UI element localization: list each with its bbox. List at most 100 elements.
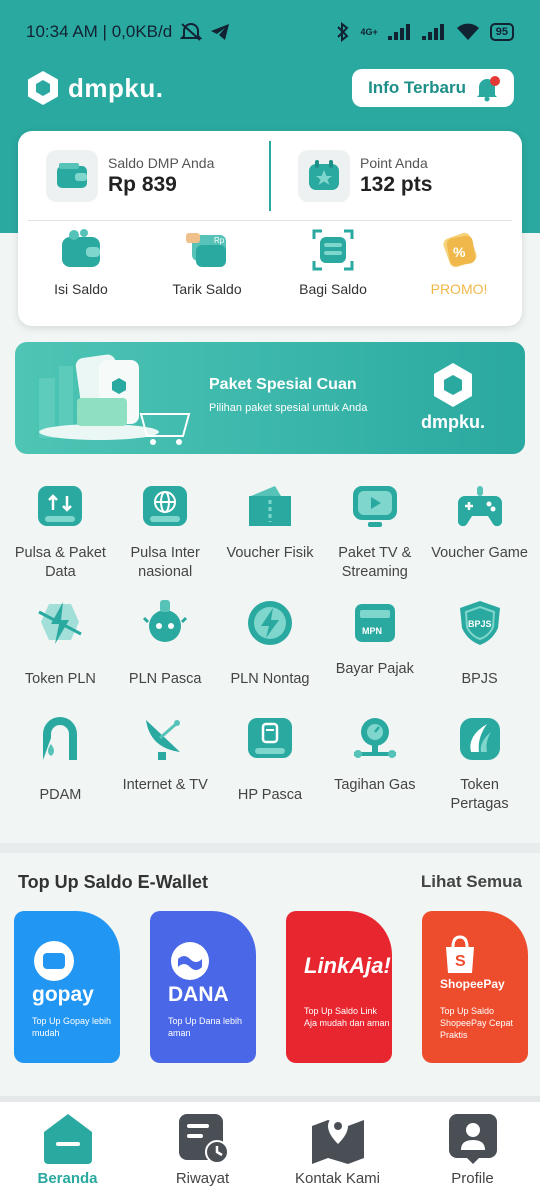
nav-kontak-kami[interactable]: Kontak Kami [270,1102,405,1200]
svg-text:S: S [455,953,466,970]
ewallet-desc: Top Up Dana lebih aman [168,1016,243,1038]
ewallet-card-linkaja[interactable]: LinkAja! Top Up Saldo Link Aja mudah dan… [286,911,392,1063]
ewallet-brand: ShopeePay [440,977,505,991]
svg-text:MPN: MPN [362,626,382,636]
lightning-icon [243,596,297,650]
service-token-pertagas[interactable]: Token Pertagas [427,712,532,828]
app-header: dmpku. Info Terbaru [26,68,514,108]
service-pulsa-data[interactable]: Pulsa & Paket Data [8,480,113,596]
service-label: Token PLN [24,671,96,687]
ewallet-card-dana[interactable]: DANA Top Up Dana lebih aman [150,911,256,1063]
bagi-saldo-button[interactable]: Bagi Saldo [270,227,396,317]
nav-riwayat[interactable]: Riwayat [135,1102,270,1200]
service-label: BPJS [461,671,498,687]
service-label: Paket TV & Streaming [338,545,412,580]
nav-profile[interactable]: Profile [405,1102,540,1200]
service-label: Pulsa & Paket Data [14,545,106,580]
status-bar: 10:34 AM | 0,0KB/d 4G+ 95 [0,0,540,64]
tarik-saldo-button[interactable]: Rp Tarik Saldo [144,227,270,317]
history-icon [178,1114,229,1164]
service-voucher-fisik[interactable]: Voucher Fisik [218,480,323,596]
map-contact-icon [311,1116,364,1164]
bpjs-shield-icon: BPJS [453,596,507,650]
logo-text: dmpku. [68,72,164,103]
signal-icon-2 [421,24,444,40]
banner-title: Paket Spesial Cuan [209,376,357,393]
service-tagihan-gas[interactable]: Tagihan Gas [322,712,427,828]
electric-token-icon [33,596,87,650]
voucher-icon [243,480,297,534]
service-token-pln[interactable]: Token PLN [8,596,113,712]
service-hp-pasca[interactable]: HP Pasca [218,712,323,828]
status-time: 10:34 AM | 0,0KB/d [26,22,173,41]
point-value: 132 pts [360,173,433,196]
info-terbaru-button[interactable]: Info Terbaru [352,69,514,107]
service-label: PLN Pasca [128,671,202,687]
service-internet-tv[interactable]: Internet & TV [113,712,218,828]
section-divider [0,843,540,853]
banner-subtitle: Pilihan paket spesial untuk Anda [209,402,368,414]
gopay-wallet-icon [34,941,74,981]
isi-saldo-button[interactable]: Isi Saldo [18,227,144,317]
point-label: Point Anda [360,155,428,171]
nav-beranda[interactable]: Beranda [0,1102,135,1200]
service-label: Bayar Pajak [335,661,414,677]
point-section[interactable]: Point Anda 132 pts [270,131,522,221]
nav-label: Kontak Kami [294,1170,381,1187]
banner-logo-icon [433,363,472,407]
plug-icon [138,596,192,650]
signal-icon [387,24,410,40]
dana-logo-icon [171,942,209,980]
service-bayar-pajak[interactable]: MPN Bayar Pajak [322,596,427,712]
dmpku-logo-icon [28,71,58,105]
app-logo: dmpku. [26,70,163,106]
ewallet-header: Top Up Saldo E-Wallet Lihat Semua [18,872,522,893]
bottom-navigation: Beranda Riwayat Kontak Kami Profile [0,1102,540,1200]
mute-icon [180,23,203,41]
service-pln-pasca[interactable]: PLN Pasca [113,596,218,712]
service-pulsa-internasional[interactable]: Pulsa Inter nasional [113,480,218,596]
ewallet-brand: gopay [32,983,94,1006]
service-pln-nontag[interactable]: PLN Nontag [218,596,323,712]
banner-logo: dmpku. [421,362,485,433]
tarik-saldo-label: Tarik Saldo [172,281,242,297]
ewallet-list: gopay Top Up Gopay lebih mudah DANA Top … [14,911,534,1063]
service-label: Pulsa Inter nasional [130,545,200,580]
balance-divider [269,141,271,211]
bagi-saldo-label: Bagi Saldo [299,281,367,297]
withdraw-icon: Rp [186,233,226,267]
service-voucher-game[interactable]: Voucher Game [427,480,532,596]
lihat-semua-link[interactable]: Lihat Semua [421,872,522,893]
promo-banner[interactable]: Paket Spesial Cuan Pilihan paket spesial… [15,342,525,454]
balance-card: Saldo DMP Anda Rp 839 Point Anda 132 pts… [18,131,522,326]
ewallet-desc: Top Up Saldo Link Aja mudah dan aman [304,1006,390,1028]
saldo-value: Rp 839 [108,173,177,196]
services-grid: Pulsa & Paket Data Pulsa Inter nasional … [8,480,532,828]
service-pdam[interactable]: PDAM [8,712,113,828]
nav-label: Riwayat [175,1170,230,1187]
wallet-icon [62,229,100,267]
ewallet-card-gopay[interactable]: gopay Top Up Gopay lebih mudah [14,911,120,1063]
svg-text:%: % [453,244,466,260]
ewallet-card-shopeepay[interactable]: S ShopeePay Top Up Saldo ShopeePay Cepat… [422,911,528,1063]
globe-icon [138,480,192,534]
banner-illustration [39,354,191,445]
network-label: 4G+ [360,27,378,37]
battery-indicator: 95 [489,23,514,41]
telegram-icon [211,24,230,40]
ewallet-title: Top Up Saldo E-Wallet [18,872,208,892]
promo-button[interactable]: % PROMO! [396,227,522,317]
tv-icon [348,480,402,534]
home-icon [43,1114,92,1164]
service-tv-streaming[interactable]: Paket TV & Streaming [322,480,427,596]
service-label: Voucher Fisik [226,545,314,561]
share-balance-icon [312,229,354,271]
service-label: Internet & TV [122,777,208,793]
svg-text:BPJS: BPJS [468,619,492,629]
ewallet-desc: Top Up Saldo ShopeePay Cepat Praktis [440,1006,514,1040]
profile-icon [448,1114,497,1164]
tax-card-icon: MPN [348,596,402,650]
service-bpjs[interactable]: BPJS BPJS [427,596,532,712]
phone-data-icon [33,480,87,534]
saldo-section[interactable]: Saldo DMP Anda Rp 839 [18,131,270,221]
